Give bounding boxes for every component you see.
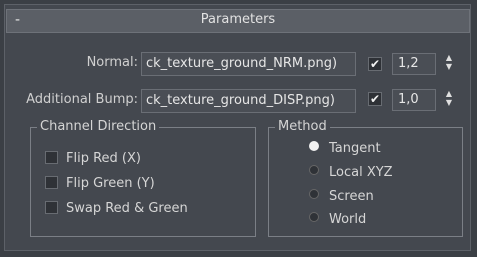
flip-green-label: Flip Green (Y) [66,176,155,191]
method-screen-radio[interactable]: Screen [309,189,374,204]
spinner-up-down-icon[interactable]: ▲ ▼ [444,53,454,75]
swap-red-green-checkbox[interactable]: Swap Red & Green [45,201,188,216]
method-group: Method Tangent Local XYZ Screen World [268,119,463,237]
radio-icon[interactable] [309,165,319,175]
method-world-radio[interactable]: World [309,212,366,227]
channel-direction-title: Channel Direction [37,119,160,134]
flip-green-checkbox[interactable]: Flip Green (Y) [45,176,155,191]
checkbox-icon[interactable] [45,201,58,214]
checkbox-icon[interactable] [45,176,58,189]
rollout-title: Parameters [200,12,276,27]
channel-direction-group: Channel Direction Flip Red (X) Flip Gree… [30,119,256,237]
screen-label: Screen [329,189,374,204]
rollout-header[interactable]: - Parameters [6,9,470,33]
flip-red-label: Flip Red (X) [66,151,141,166]
method-local-xyz-radio[interactable]: Local XYZ [309,165,393,180]
normal-strength-input[interactable]: 1,2 [392,53,436,75]
method-title: Method [275,119,330,134]
radio-icon[interactable] [309,189,319,199]
normal-map-button[interactable]: ck_texture_ground_NRM.png) [141,52,356,76]
checkbox-icon[interactable] [45,151,58,164]
swap-red-green-label: Swap Red & Green [66,201,188,216]
flip-red-checkbox[interactable]: Flip Red (X) [45,151,141,166]
bump-map-button[interactable]: ck_texture_ground_DISP.png) [141,89,356,113]
additional-bump-label: Additional Bump: [26,92,138,107]
normal-label: Normal: [86,55,138,70]
local-xyz-label: Local XYZ [329,165,393,180]
method-tangent-radio[interactable]: Tangent [309,141,381,156]
bump-enabled-checkbox[interactable]: ✔ [368,92,382,106]
bump-strength-input[interactable]: 1,0 [392,89,436,111]
normal-enabled-checkbox[interactable]: ✔ [368,57,382,71]
radio-icon[interactable] [309,212,319,222]
world-label: World [329,212,367,227]
radio-selected-icon[interactable] [309,141,319,151]
spinner-up-down-icon[interactable]: ▲ ▼ [444,89,454,111]
tangent-label: Tangent [329,141,381,156]
